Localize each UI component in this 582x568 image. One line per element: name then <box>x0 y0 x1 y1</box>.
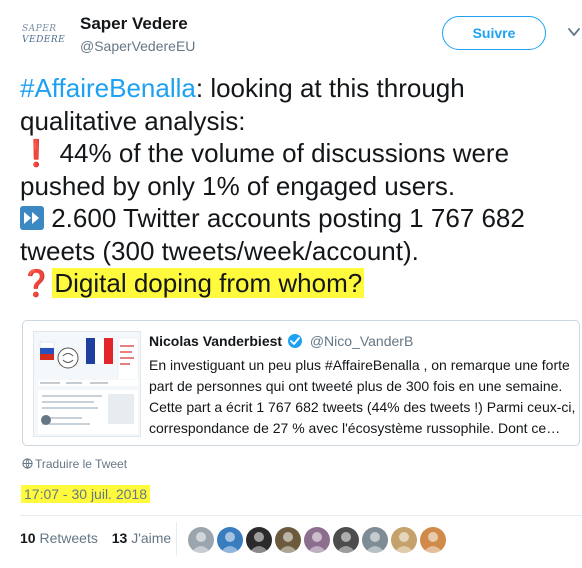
tweet-line-3: ❗ 44% of the volume of discussions were <box>20 137 580 170</box>
translate-label: Traduire le Tweet <box>35 457 128 471</box>
quoted-tweet-card[interactable]: Nicolas Vanderbiest @Nico_VanderB En inv… <box>22 320 580 446</box>
liker-avatar[interactable] <box>217 527 243 553</box>
stats-separator <box>176 522 177 556</box>
likes-label: J'aime <box>131 530 172 546</box>
highlighted-question: Digital doping from whom? <box>52 268 365 298</box>
tweet-line-4: pushed by only 1% of engaged users. <box>20 170 456 201</box>
liker-avatar[interactable] <box>420 527 446 553</box>
quoted-tweet-thumbnail <box>33 331 141 437</box>
quoted-line: correspondance de 27 % avec l'écosystème… <box>149 420 561 436</box>
question-emoji-icon: ❓ <box>20 268 53 298</box>
tweet-text: #AffaireBenalla: looking at this through… <box>20 72 580 300</box>
liker-avatar[interactable] <box>362 527 388 553</box>
verified-badge-icon <box>287 334 302 348</box>
logo-text-line1: SAPER <box>22 24 57 34</box>
retweets-stat[interactable]: 10 Retweets <box>20 530 98 546</box>
retweets-label: Retweets <box>39 530 98 546</box>
liker-avatar[interactable] <box>391 527 417 553</box>
liker-avatar[interactable] <box>275 527 301 553</box>
chevron-down-icon[interactable] <box>568 26 580 38</box>
quoted-tweet-text: En investiguant un peu plus #AffaireBena… <box>149 355 575 439</box>
retweets-count: 10 <box>20 530 36 546</box>
tweet-timestamp[interactable]: 17:07 - 30 juil. 2018 <box>21 485 150 503</box>
globe-icon <box>22 458 33 469</box>
liker-avatar[interactable] <box>188 527 214 553</box>
liker-avatar[interactable] <box>333 527 359 553</box>
tweet-line-6: tweets (300 tweets/week/account). <box>20 235 419 266</box>
hashtag-link[interactable]: #AffaireBenalla <box>20 73 196 103</box>
quoted-author: Nicolas Vanderbiest @Nico_VanderB <box>149 333 413 349</box>
follow-button[interactable]: Suivre <box>442 16 546 50</box>
quoted-author-handle[interactable]: @Nico_VanderB <box>310 333 413 349</box>
author-handle[interactable]: @SaperVedereEU <box>80 38 195 54</box>
tweet-line-5: 2.600 Twitter accounts posting 1 767 682 <box>20 202 580 235</box>
translate-tweet-link[interactable]: Traduire le Tweet <box>22 457 127 471</box>
quoted-line: Cette part a écrit 1 767 682 tweets (44%… <box>149 399 575 415</box>
tweet-line-5-text: 2.600 Twitter accounts posting 1 767 682 <box>44 203 525 233</box>
tweet-line-2: qualitative analysis: <box>20 105 246 136</box>
tweet-line-1-text: : looking at this through <box>195 73 465 103</box>
fast-forward-emoji-icon <box>20 206 44 230</box>
likes-stat[interactable]: 13 J'aime <box>112 530 172 546</box>
logo-text-line2: VEDERE <box>22 35 66 45</box>
author-name[interactable]: Saper Vedere <box>80 14 188 34</box>
author-logo-avatar[interactable]: SAPER VEDERE <box>22 22 68 50</box>
divider <box>20 515 582 516</box>
quoted-line: En investiguant un peu plus #AffaireBena… <box>149 357 570 373</box>
liker-avatar[interactable] <box>304 527 330 553</box>
quoted-author-name[interactable]: Nicolas Vanderbiest <box>149 333 282 349</box>
exclamation-emoji-icon: ❗ <box>20 138 53 168</box>
tweet-line-1: #AffaireBenalla: looking at this through <box>20 72 580 105</box>
likes-count: 13 <box>111 530 128 546</box>
quoted-line: part de personnes qui ont tweeté plus de… <box>149 378 563 394</box>
tweet-line-7: ❓Digital doping from whom? <box>20 267 580 300</box>
tweet-stats: 10 Retweets 13 J'aime <box>20 530 181 546</box>
tweet-line-3-text: 44% of the volume of discussions were <box>52 138 510 168</box>
tweet-header: SAPER VEDERE Saper Vedere @SaperVedereEU… <box>18 10 580 60</box>
liker-avatar[interactable] <box>246 527 272 553</box>
